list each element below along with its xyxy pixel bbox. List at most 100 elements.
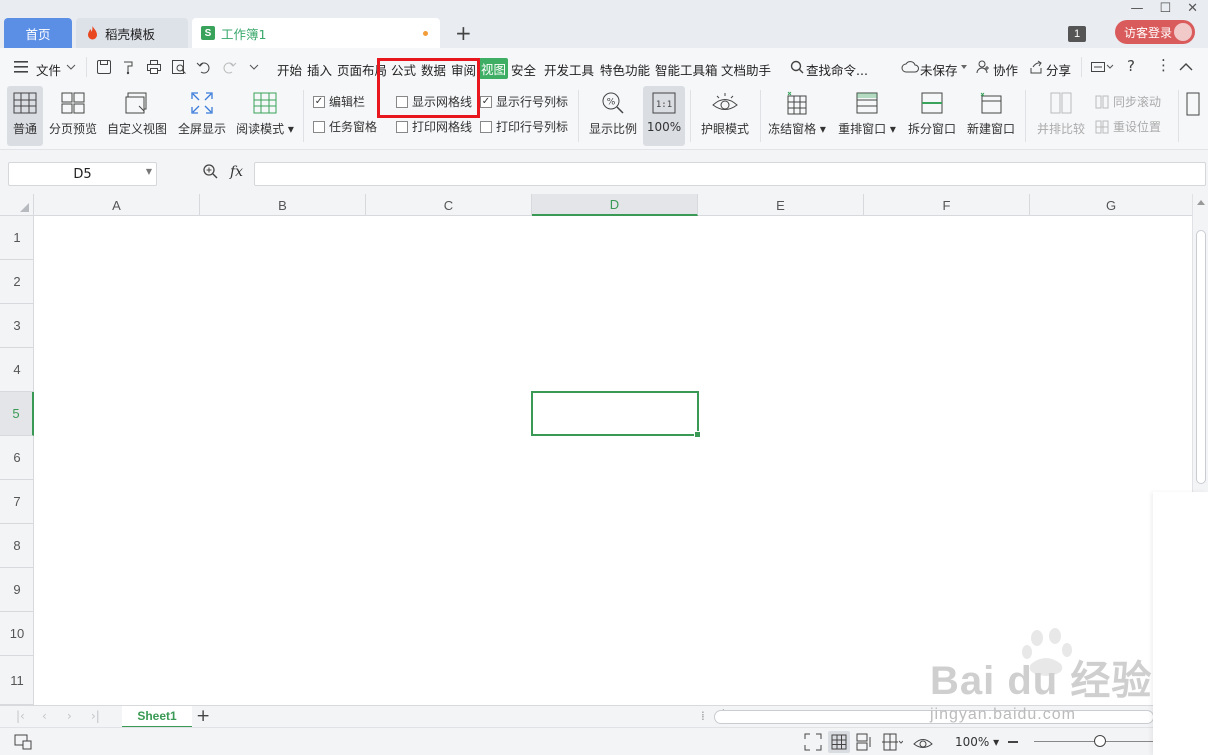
minimize-icon[interactable]: — — [1130, 1, 1143, 16]
checkbox-show-headers[interactable]: ✓ 显示行号列标 — [480, 93, 568, 110]
menu-developer[interactable]: 开发工具 — [544, 60, 594, 79]
normal-view-button[interactable]: 普通 — [7, 86, 43, 146]
checkbox-print-headers[interactable]: 打印行号列标 — [480, 118, 568, 135]
share-button[interactable]: 分享 — [1046, 60, 1071, 79]
checkbox-show-gridlines[interactable]: 显示网格线 — [396, 93, 472, 110]
reading-mode-status-icon[interactable] — [881, 733, 903, 751]
file-menu[interactable]: 文件 — [36, 60, 61, 79]
row-header-3[interactable]: 3 — [0, 304, 34, 348]
toolbar-settings-icon[interactable] — [1090, 59, 1114, 75]
row-header-4[interactable]: 4 — [0, 348, 34, 392]
sheet-grid[interactable] — [35, 216, 1192, 705]
menu-insert[interactable]: 插入 — [307, 60, 332, 79]
checkbox-formula-bar[interactable]: ✓ 编辑栏 — [313, 93, 365, 110]
format-painter-icon[interactable] — [121, 59, 137, 75]
zoom-level[interactable]: 100% ▾ — [955, 735, 999, 749]
save-icon[interactable] — [96, 59, 112, 75]
sheet-tab-sheet1[interactable]: Sheet1 — [122, 706, 192, 728]
zoom-ratio-button[interactable]: % 显示比例 — [587, 86, 639, 146]
hamburger-menu-icon[interactable] — [14, 61, 30, 73]
add-sheet-button[interactable]: + — [196, 706, 210, 726]
zoom-100-button[interactable]: 1:1 100% — [643, 86, 685, 146]
page-break-preview-button[interactable]: 分页预览 — [46, 86, 100, 146]
close-icon[interactable]: ✕ — [1187, 1, 1198, 16]
row-header-7[interactable]: 7 — [0, 480, 34, 524]
column-header-b[interactable]: B — [200, 194, 366, 216]
row-header-11[interactable]: 11 — [0, 656, 34, 705]
row-header-2[interactable]: 2 — [0, 260, 34, 304]
column-header-c[interactable]: C — [366, 194, 532, 216]
column-header-e[interactable]: E — [698, 194, 864, 216]
page-break-status-icon[interactable] — [856, 733, 874, 751]
last-sheet-icon[interactable]: ›| — [91, 709, 100, 723]
menu-start[interactable]: 开始 — [277, 60, 302, 79]
more-ribbon-icon[interactable] — [1186, 92, 1200, 116]
menu-page-layout[interactable]: 页面布局 — [337, 60, 387, 79]
checkbox-print-gridlines[interactable]: 打印网格线 — [396, 118, 472, 135]
print-preview-icon[interactable] — [171, 59, 187, 75]
horizontal-scroll-thumb[interactable] — [714, 710, 1154, 724]
menu-doc-assistant[interactable]: 文档助手 — [721, 60, 771, 79]
unsaved-status[interactable]: 未保存 — [920, 60, 958, 79]
split-window-button[interactable]: 拆分窗口 — [906, 86, 958, 146]
name-box[interactable]: D5 ▼ — [8, 162, 157, 186]
row-header-6[interactable]: 6 — [0, 436, 34, 480]
rearrange-windows-button[interactable]: 重排窗口 ▾ — [836, 86, 898, 146]
column-header-d[interactable]: D — [532, 194, 698, 216]
sync-scroll-button[interactable]: 同步滚动 — [1095, 93, 1161, 110]
maximize-icon[interactable]: ☐ — [1159, 1, 1171, 16]
side-by-side-button[interactable]: 并排比较 — [1034, 86, 1088, 146]
new-window-button[interactable]: 新建窗口 — [964, 86, 1018, 146]
column-header-f[interactable]: F — [864, 194, 1030, 216]
menu-smart-toolbox[interactable]: 智能工具箱 — [655, 60, 718, 79]
print-icon[interactable] — [146, 59, 162, 75]
row-header-9[interactable]: 9 — [0, 568, 34, 612]
checkbox-task-pane[interactable]: 任务窗格 — [313, 118, 377, 135]
eye-care-mode-button[interactable]: 护眼模式 — [698, 86, 752, 146]
menu-special[interactable]: 特色功能 — [600, 60, 650, 79]
add-tab-button[interactable]: + — [455, 22, 472, 44]
row-header-8[interactable]: 8 — [0, 524, 34, 568]
more-icon[interactable]: ⋮ — [1156, 56, 1171, 74]
reset-position-button[interactable]: 重设位置 — [1095, 118, 1161, 135]
notification-badge[interactable]: 1 — [1068, 26, 1086, 42]
quick-access-dropdown-icon[interactable] — [249, 64, 259, 70]
redo-icon[interactable] — [221, 59, 237, 75]
menu-review[interactable]: 审阅 — [451, 60, 476, 79]
collapse-ribbon-icon[interactable] — [1179, 62, 1193, 71]
fullscreen-status-icon[interactable] — [804, 733, 822, 751]
formula-input[interactable] — [254, 162, 1206, 186]
scroll-up-icon[interactable] — [1197, 200, 1205, 205]
fx-icon[interactable]: fx — [230, 164, 243, 180]
collaborate-button[interactable]: 协作 — [993, 60, 1018, 79]
zoom-out-button[interactable] — [1008, 741, 1018, 743]
tab-docer-templates[interactable]: 稻壳模板 — [76, 18, 188, 48]
undo-icon[interactable] — [196, 59, 212, 75]
tab-home[interactable]: 首页 — [4, 18, 72, 48]
menu-formula[interactable]: 公式 — [391, 60, 416, 79]
reading-mode-button[interactable]: 阅读模式 ▾ — [234, 86, 296, 146]
fullscreen-button[interactable]: 全屏显示 — [176, 86, 228, 146]
first-sheet-icon[interactable]: |‹ — [16, 709, 25, 723]
vertical-scroll-thumb[interactable] — [1196, 230, 1206, 484]
hscroll-split-icon[interactable]: ⁞ — [701, 709, 705, 723]
search-icon[interactable] — [790, 60, 804, 74]
normal-view-status-button[interactable] — [828, 731, 850, 753]
column-header-g[interactable]: G — [1030, 194, 1192, 216]
menu-view[interactable]: 视图 — [479, 58, 509, 79]
row-header-5[interactable]: 5 — [0, 392, 34, 436]
select-all-corner[interactable] — [0, 194, 34, 216]
prev-sheet-icon[interactable]: ‹ — [42, 709, 47, 723]
next-sheet-icon[interactable]: › — [67, 709, 72, 723]
row-header-1[interactable]: 1 — [0, 216, 34, 260]
menu-data[interactable]: 数据 — [421, 60, 446, 79]
selected-cell-d5[interactable] — [531, 391, 701, 438]
help-icon[interactable]: ? — [1127, 57, 1135, 75]
eye-status-icon[interactable] — [913, 733, 933, 751]
row-header-10[interactable]: 10 — [0, 612, 34, 656]
guest-login-button[interactable]: 访客登录 — [1115, 20, 1195, 44]
tab-workbook[interactable]: S 工作簿1 — [192, 18, 440, 48]
menu-security[interactable]: 安全 — [511, 60, 536, 79]
command-search[interactable]: 查找命令... — [806, 60, 868, 79]
zoom-slider-knob[interactable] — [1094, 735, 1106, 747]
